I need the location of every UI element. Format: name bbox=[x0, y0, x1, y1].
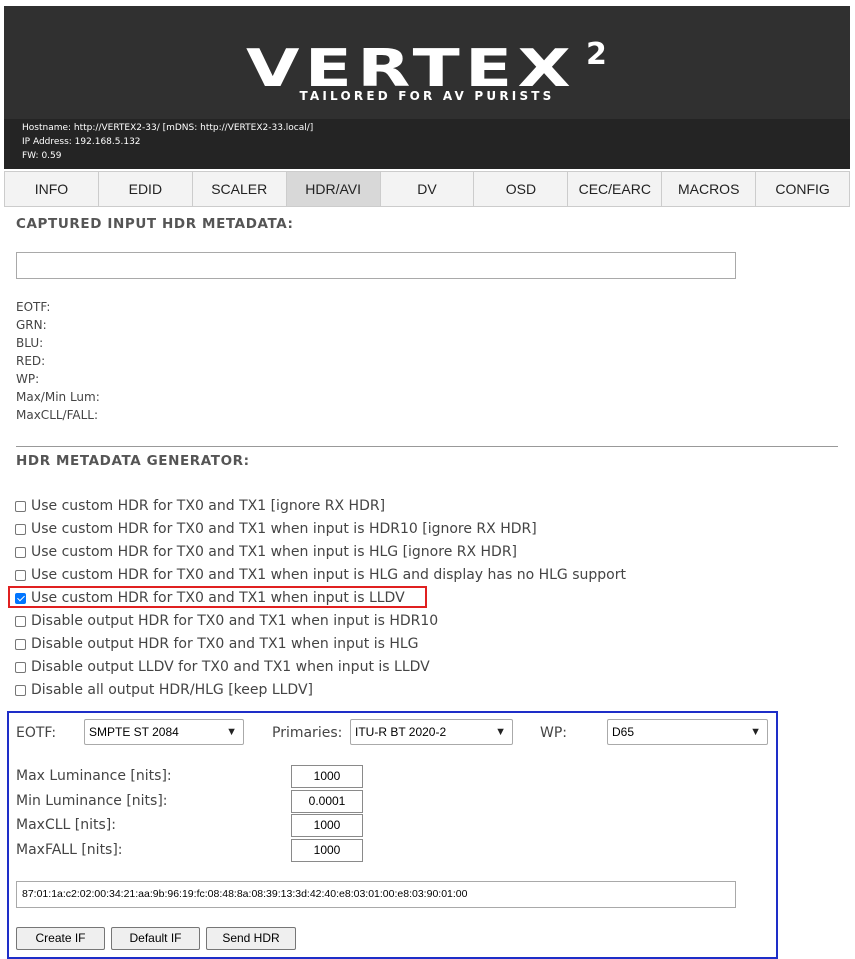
option-disable-hdr10[interactable]: Disable output HDR for TX0 and TX1 when … bbox=[15, 612, 438, 630]
tab-cec-earc[interactable]: CEC/EARC bbox=[568, 171, 663, 207]
option-custom-hdr-hdr10[interactable]: Use custom HDR for TX0 and TX1 when inpu… bbox=[15, 520, 537, 538]
checkbox[interactable] bbox=[15, 500, 26, 512]
tab-bar: INFO EDID SCALER HDR/AVI DV OSD CEC/EARC… bbox=[4, 171, 851, 207]
option-label: Use custom HDR for TX0 and TX1 when inpu… bbox=[31, 521, 537, 537]
logo-text: VERTEX bbox=[246, 39, 576, 92]
wp-select[interactable]: D65 ▼ bbox=[607, 719, 768, 745]
section-divider bbox=[16, 446, 838, 447]
option-custom-hdr-hlg-no-support[interactable]: Use custom HDR for TX0 and TX1 when inpu… bbox=[15, 566, 626, 584]
option-label: Use custom HDR for TX0 and TX1 [ignore R… bbox=[31, 498, 386, 514]
default-if-button[interactable]: Default IF bbox=[111, 927, 200, 950]
option-label: Use custom HDR for TX0 and TX1 when inpu… bbox=[31, 544, 518, 560]
tab-macros[interactable]: MACROS bbox=[662, 171, 757, 207]
red-readout-label: RED: bbox=[16, 354, 46, 368]
option-disable-all-hdr[interactable]: Disable all output HDR/HLG [keep LLDV] bbox=[15, 681, 313, 699]
send-hdr-button[interactable]: Send HDR bbox=[206, 927, 296, 950]
logo-block: VERTEX 2 TAILORED FOR AV PURISTS bbox=[4, 6, 850, 119]
tab-scaler[interactable]: SCALER bbox=[192, 171, 287, 207]
chevron-down-icon: ▼ bbox=[226, 726, 237, 738]
blue-readout-label: BLU: bbox=[16, 336, 44, 350]
ip-address-line: IP Address: 192.168.5.132 bbox=[22, 137, 141, 147]
primaries-label: Primaries: bbox=[272, 725, 343, 741]
maxfall-input[interactable]: 1000 bbox=[291, 839, 363, 862]
wp-value: D65 bbox=[612, 725, 635, 739]
checkbox[interactable] bbox=[15, 661, 26, 673]
option-label: Disable output HDR for TX0 and TX1 when … bbox=[31, 636, 419, 652]
max-luminance-label: Max Luminance [nits]: bbox=[16, 768, 172, 784]
tab-hdr-avi[interactable]: HDR/AVI bbox=[286, 171, 381, 207]
maxcll-input[interactable]: 1000 bbox=[291, 814, 363, 837]
primaries-value: ITU-R BT 2020-2 bbox=[355, 725, 447, 739]
maxcll-fall-readout-label: MaxCLL/FALL: bbox=[16, 408, 99, 422]
chevron-down-icon: ▼ bbox=[750, 726, 761, 738]
hostname-line: Hostname: http://VERTEX2-33/ [mDNS: http… bbox=[22, 123, 314, 133]
luminance-readout-label: Max/Min Lum: bbox=[16, 390, 100, 404]
option-label: Disable output LLDV for TX0 and TX1 when… bbox=[31, 659, 430, 675]
min-luminance-input[interactable]: 0.0001 bbox=[291, 790, 363, 813]
eotf-label: EOTF: bbox=[16, 725, 57, 741]
max-luminance-input[interactable]: 1000 bbox=[291, 765, 363, 788]
checkbox[interactable] bbox=[15, 638, 26, 650]
tagline: TAILORED FOR AV PURISTS bbox=[4, 89, 850, 103]
option-custom-hdr-ignore-rx[interactable]: Use custom HDR for TX0 and TX1 [ignore R… bbox=[15, 497, 385, 515]
eotf-select[interactable]: SMPTE ST 2084 ▼ bbox=[84, 719, 244, 745]
option-label: Use custom HDR for TX0 and TX1 when inpu… bbox=[31, 567, 626, 583]
header: VERTEX 2 TAILORED FOR AV PURISTS Hostnam… bbox=[4, 6, 850, 169]
tab-edid[interactable]: EDID bbox=[98, 171, 193, 207]
tab-osd[interactable]: OSD bbox=[474, 171, 569, 207]
option-label: Disable output HDR for TX0 and TX1 when … bbox=[31, 613, 439, 629]
green-readout-label: GRN: bbox=[16, 318, 47, 332]
white-point-readout-label: WP: bbox=[16, 372, 40, 386]
tab-info[interactable]: INFO bbox=[4, 171, 99, 207]
page: VERTEX 2 TAILORED FOR AV PURISTS Hostnam… bbox=[4, 6, 851, 959]
option-disable-lldv[interactable]: Disable output LLDV for TX0 and TX1 when… bbox=[15, 658, 430, 676]
vertex-logo: VERTEX 2 bbox=[246, 37, 607, 92]
logo-superscript: 2 bbox=[586, 37, 607, 72]
firmware-line: FW: 0.59 bbox=[22, 151, 62, 161]
option-label: Disable all output HDR/HLG [keep LLDV] bbox=[31, 682, 314, 698]
captured-metadata-title: CAPTURED INPUT HDR METADATA: bbox=[16, 216, 294, 232]
wp-label: WP: bbox=[540, 725, 568, 741]
option-custom-hdr-hlg[interactable]: Use custom HDR for TX0 and TX1 when inpu… bbox=[15, 543, 517, 561]
infoframe-hex-field[interactable]: 87:01:1a:c2:02:00:34:21:aa:9b:96:19:fc:0… bbox=[16, 881, 736, 908]
eotf-readout-label: EOTF: bbox=[16, 300, 51, 314]
eotf-value: SMPTE ST 2084 bbox=[89, 725, 179, 739]
checkbox[interactable] bbox=[15, 684, 26, 696]
checkbox[interactable] bbox=[15, 615, 26, 627]
tab-config[interactable]: CONFIG bbox=[756, 171, 851, 207]
device-info: Hostname: http://VERTEX2-33/ [mDNS: http… bbox=[4, 119, 850, 169]
tab-dv[interactable]: DV bbox=[380, 171, 475, 207]
checkbox[interactable] bbox=[15, 569, 26, 581]
generator-title: HDR METADATA GENERATOR: bbox=[16, 453, 250, 469]
chevron-down-icon: ▼ bbox=[495, 726, 506, 738]
primaries-select[interactable]: ITU-R BT 2020-2 ▼ bbox=[350, 719, 513, 745]
generator-params-box bbox=[7, 711, 778, 959]
highlight-box-red bbox=[8, 586, 427, 608]
tagline-text: TAILORED FOR AV PURISTS bbox=[299, 89, 555, 103]
create-if-button[interactable]: Create IF bbox=[16, 927, 105, 950]
maxfall-label: MaxFALL [nits]: bbox=[16, 842, 123, 858]
captured-metadata-field[interactable] bbox=[16, 252, 736, 279]
option-disable-hlg[interactable]: Disable output HDR for TX0 and TX1 when … bbox=[15, 635, 419, 653]
checkbox[interactable] bbox=[15, 523, 26, 535]
maxcll-label: MaxCLL [nits]: bbox=[16, 817, 116, 833]
checkbox[interactable] bbox=[15, 546, 26, 558]
min-luminance-label: Min Luminance [nits]: bbox=[16, 793, 168, 809]
